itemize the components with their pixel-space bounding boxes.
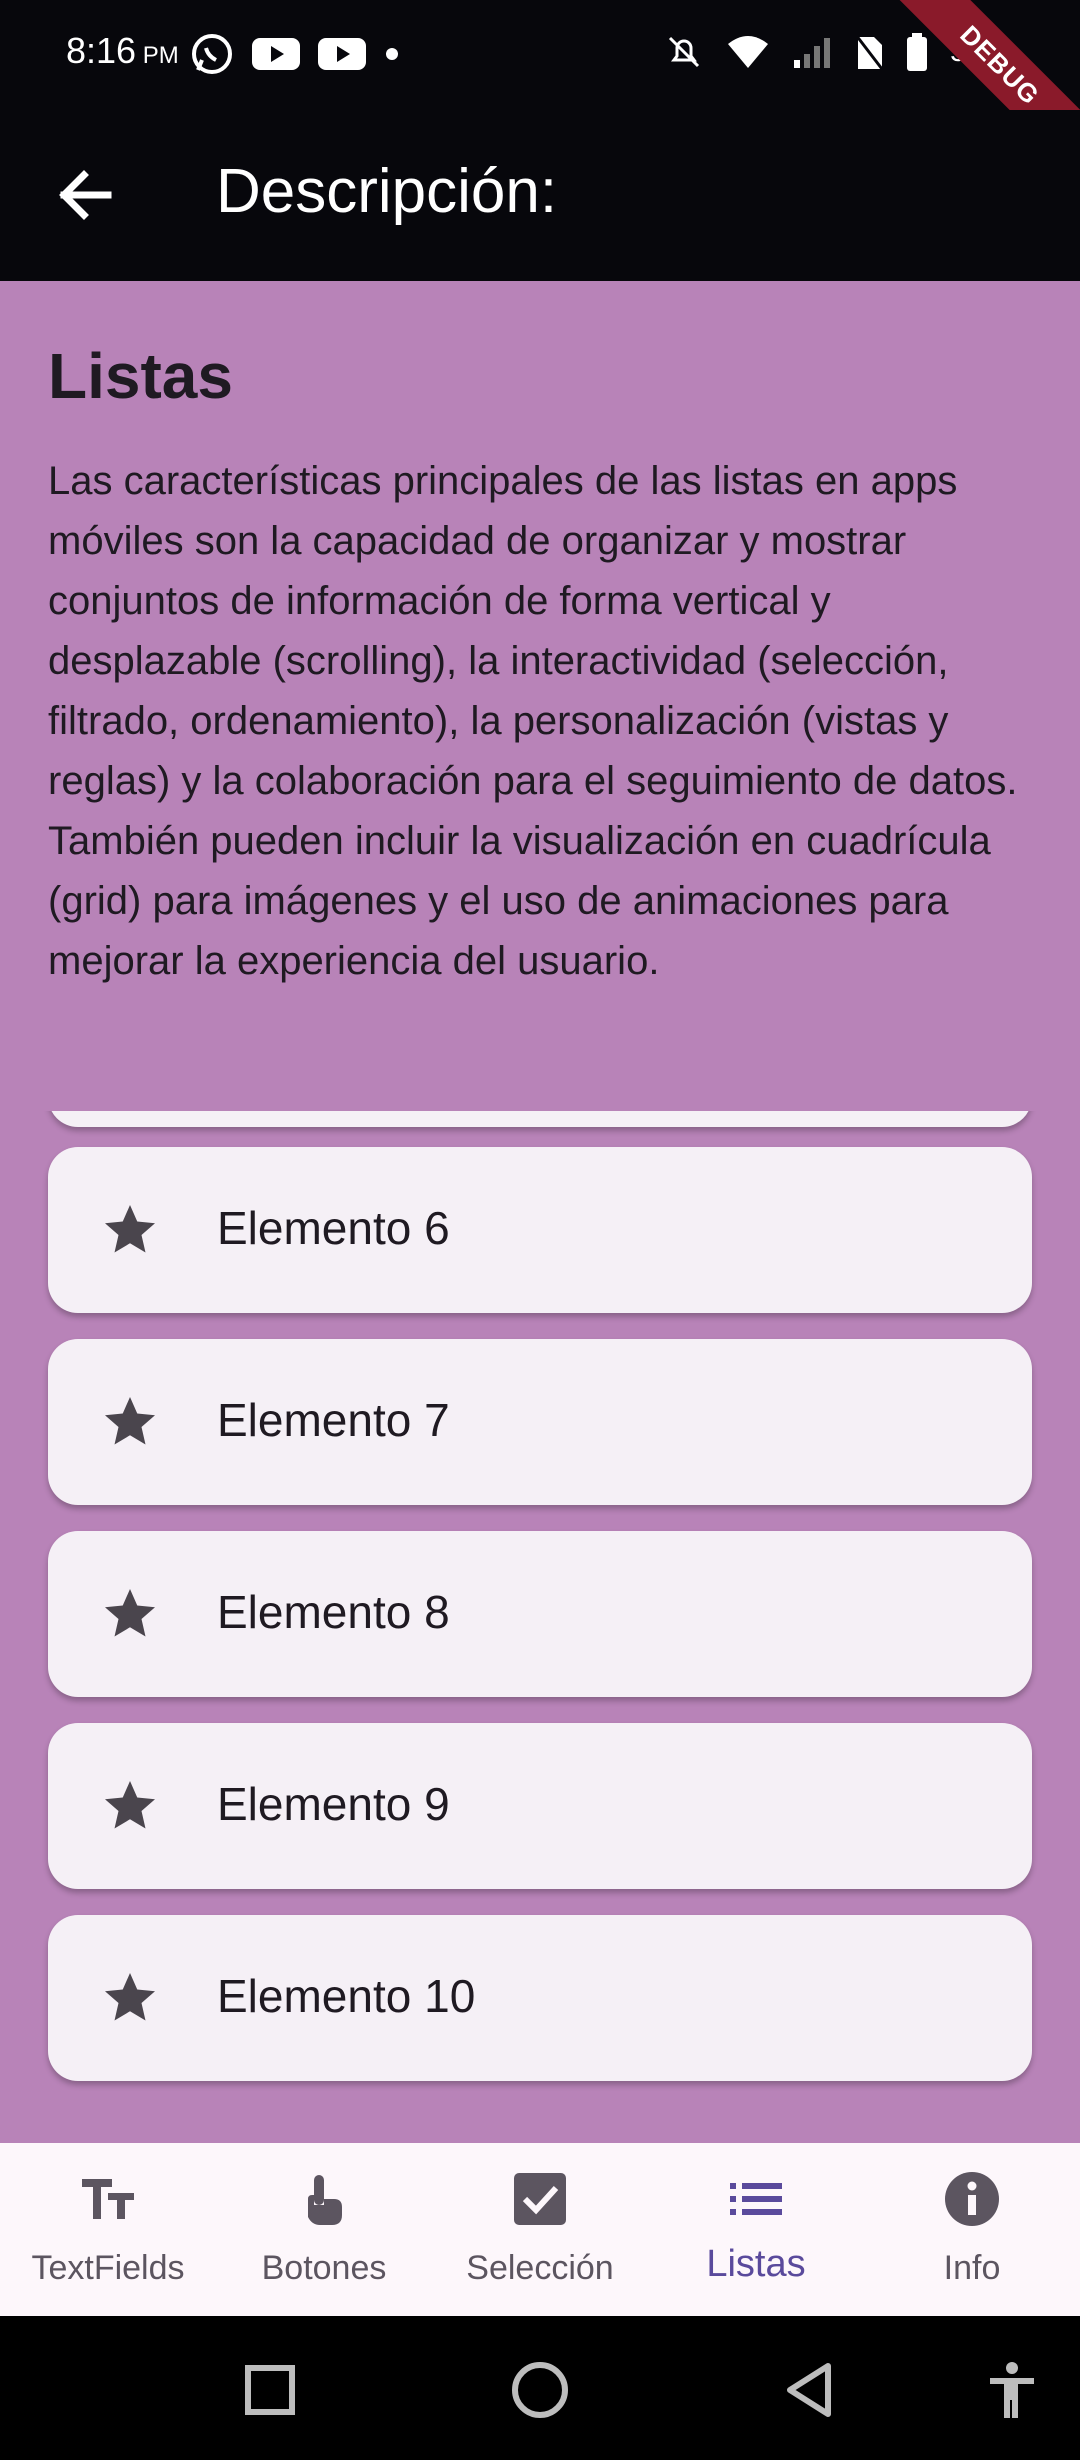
star-icon bbox=[105, 1973, 155, 2021]
nav-label: Info bbox=[943, 2249, 1001, 2287]
list-item[interactable]: Elemento 6 bbox=[48, 1147, 1032, 1313]
main-content: Listas Las características principales d… bbox=[0, 281, 1080, 2143]
youtube-icon bbox=[318, 38, 366, 70]
list-item-label: Elemento 8 bbox=[217, 1586, 450, 1638]
bottom-navigation: TextFields Botones Selección Listas Info bbox=[0, 2143, 1080, 2316]
list-icon bbox=[730, 2183, 782, 2215]
accessibility-icon[interactable] bbox=[980, 2358, 1044, 2422]
list-item-label: Elemento 7 bbox=[217, 1394, 450, 1446]
dot-icon bbox=[386, 48, 398, 60]
notifications-off-icon bbox=[668, 36, 700, 68]
recent-apps-icon[interactable] bbox=[238, 2358, 302, 2422]
star-icon bbox=[105, 1589, 155, 1637]
list-item-label: Elemento 6 bbox=[217, 1202, 450, 1254]
status-bar: 8:16 PM 58% DEBUG bbox=[0, 0, 1080, 189]
battery-icon bbox=[906, 33, 927, 71]
section-description: Las características principales de las l… bbox=[48, 459, 1018, 983]
nav-label: Botones bbox=[261, 2249, 387, 2287]
item-list[interactable]: Elemento 6 Elemento 7 Elemento 8 Element… bbox=[0, 1111, 1080, 2143]
list-item-label: Elemento 9 bbox=[217, 1778, 450, 1830]
touch-icon bbox=[308, 2175, 342, 2225]
list-item[interactable]: Elemento 8 bbox=[48, 1531, 1032, 1697]
back-button[interactable] bbox=[50, 160, 120, 230]
arrow-back-icon bbox=[59, 170, 112, 220]
nav-item-info[interactable]: Info bbox=[864, 2143, 1080, 2316]
nav-item-seleccion[interactable]: Selección bbox=[432, 2143, 648, 2316]
info-icon bbox=[945, 2172, 999, 2226]
nav-item-textfields[interactable]: TextFields bbox=[0, 2143, 216, 2316]
section-title: Listas bbox=[48, 340, 233, 412]
home-icon[interactable] bbox=[508, 2358, 572, 2422]
star-icon bbox=[105, 1205, 155, 1253]
nav-item-listas[interactable]: Listas bbox=[648, 2143, 864, 2316]
page-title: Descripción: bbox=[216, 157, 558, 226]
list-item-partial[interactable] bbox=[48, 1111, 1032, 1127]
whatsapp-icon bbox=[192, 34, 232, 74]
text-fields-icon bbox=[82, 2179, 134, 2219]
nav-label: Selección bbox=[466, 2249, 614, 2287]
no-sim-icon bbox=[854, 34, 884, 70]
system-navigation-bar bbox=[0, 2316, 1080, 2460]
list-item[interactable]: Elemento 7 bbox=[48, 1339, 1032, 1505]
list-item-label: Elemento 10 bbox=[217, 1970, 476, 2022]
signal-icon bbox=[793, 38, 830, 68]
list-item[interactable]: Elemento 9 bbox=[48, 1723, 1032, 1889]
list-item[interactable]: Elemento 10 bbox=[48, 1915, 1032, 2081]
nav-label: Listas bbox=[706, 2243, 806, 2285]
nav-item-botones[interactable]: Botones bbox=[216, 2143, 432, 2316]
app-bar: Descripción: bbox=[0, 110, 1080, 281]
star-icon bbox=[105, 1781, 155, 1829]
nav-label: TextFields bbox=[31, 2249, 185, 2287]
status-time: 8:16 PM bbox=[66, 30, 179, 71]
wifi-icon bbox=[727, 36, 768, 68]
checkbox-icon bbox=[514, 2173, 566, 2225]
star-icon bbox=[105, 1397, 155, 1445]
youtube-icon bbox=[252, 38, 300, 70]
back-nav-icon[interactable] bbox=[778, 2358, 842, 2422]
